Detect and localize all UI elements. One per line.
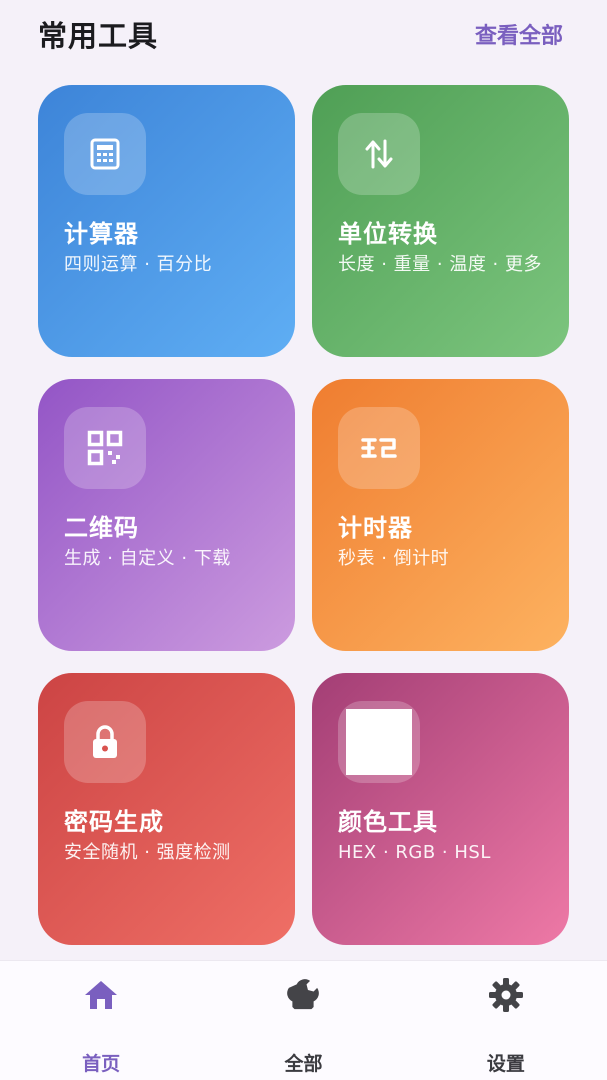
view-all-link[interactable]: 查看全部 (475, 18, 563, 50)
tool-subtitle: HEX · RGB · HSL (338, 842, 491, 863)
section-header: 常用工具 查看全部 (38, 12, 563, 56)
swap-vertical-icon (338, 113, 420, 195)
tool-card-qr-code[interactable]: 二维码 生成 · 自定义 · 下载 (38, 379, 295, 651)
nav-label-settings: 设置 (486, 1053, 525, 1075)
calculator-icon (64, 113, 146, 195)
timer-icon (338, 407, 420, 489)
nav-item-home[interactable]: 首页 (0, 961, 202, 1080)
tool-subtitle: 秒表 · 倒计时 (338, 548, 450, 569)
nav-item-all[interactable]: 全部 (202, 961, 404, 1080)
tool-subtitle: 四则运算 · 百分比 (64, 254, 213, 275)
qr-code-icon (64, 407, 146, 489)
tool-subtitle: 生成 · 自定义 · 下载 (64, 548, 231, 569)
tool-title: 计算器 (64, 220, 139, 248)
page-title: 常用工具 (38, 19, 159, 53)
tool-card-unit-conversion[interactable]: 单位转换 长度 · 重量 · 温度 · 更多 (312, 85, 569, 357)
color-swatch (346, 709, 412, 775)
tool-title: 颜色工具 (338, 808, 438, 836)
tools-grid: 计算器 四则运算 · 百分比 单位转换 长度 · 重量 · 温度 · 更多 二维… (38, 85, 569, 945)
gear-icon (486, 975, 526, 1015)
lock-icon (64, 701, 146, 783)
tool-title: 计时器 (338, 514, 413, 542)
tool-card-password-generator[interactable]: 密码生成 安全随机 · 强度检测 (38, 673, 295, 945)
tool-card-timer[interactable]: 计时器 秒表 · 倒计时 (312, 379, 569, 651)
color-swatch-icon (338, 701, 420, 783)
nav-label-home: 首页 (82, 1053, 121, 1075)
tool-subtitle: 安全随机 · 强度检测 (64, 842, 231, 863)
nav-label-all: 全部 (284, 1053, 323, 1075)
home-icon (81, 975, 121, 1015)
home-screen: 常用工具 查看全部 计算器 四则运算 · 百分比 单位转换 长度 · 重量 · … (0, 0, 607, 1080)
nav-item-settings[interactable]: 设置 (405, 961, 607, 1080)
tool-subtitle: 长度 · 重量 · 温度 · 更多 (338, 254, 542, 275)
tool-title: 二维码 (64, 514, 139, 542)
bottom-navigation: 首页 全部 设置 (0, 960, 607, 1080)
wrench-icon (283, 975, 323, 1015)
tool-title: 单位转换 (338, 220, 438, 248)
tool-card-color-tool[interactable]: 颜色工具 HEX · RGB · HSL (312, 673, 569, 945)
tool-card-calculator[interactable]: 计算器 四则运算 · 百分比 (38, 85, 295, 357)
tool-title: 密码生成 (64, 808, 164, 836)
